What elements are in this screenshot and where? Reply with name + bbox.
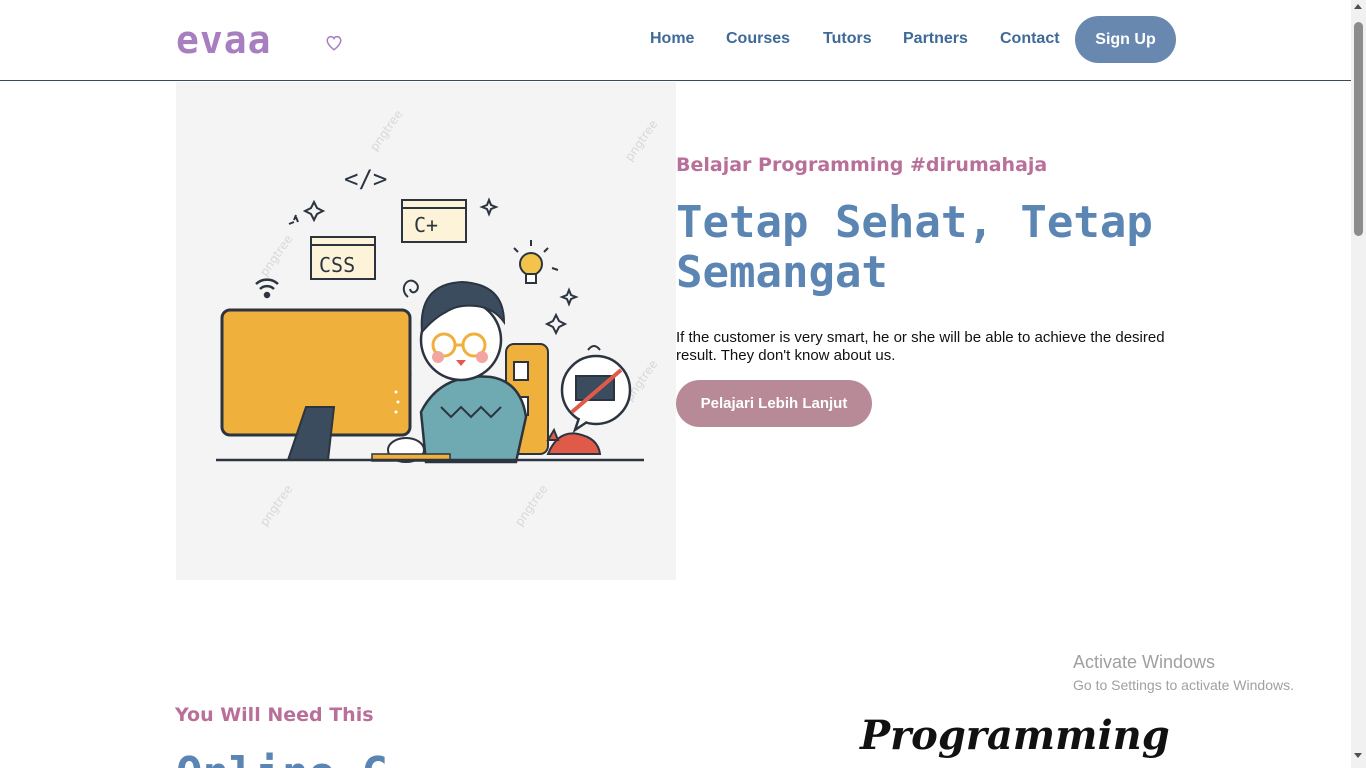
signup-button[interactable]: Sign Up — [1075, 16, 1176, 63]
nav-courses[interactable]: Courses — [726, 30, 790, 48]
activate-windows-title: Activate Windows — [1073, 652, 1216, 672]
heart-icon[interactable] — [325, 34, 343, 52]
watermark-text: pngtree — [512, 482, 550, 529]
nav-tutors[interactable]: Tutors — [823, 30, 872, 48]
hero-description: If the customer is very smart, he or she… — [676, 329, 1165, 364]
watermark-text: pngtree — [622, 117, 660, 164]
section-eyebrow: You Will Need This — [175, 704, 374, 726]
site-header: evaa Home Courses Tutors Partners Contac… — [0, 0, 1351, 81]
logo[interactable]: evaa — [176, 18, 272, 62]
hero-illustration: pngtree pngtree pngtree pngtree pngtree … — [176, 82, 676, 580]
watermark-text: pngtree — [367, 107, 405, 154]
learn-more-button[interactable]: Pelajari Lebih Lanjut — [676, 380, 872, 427]
activate-windows-hint: Go to Settings to activate Windows. — [1073, 677, 1294, 693]
wifi-icon — [255, 278, 279, 299]
hero-title: Tetap Sehat, Tetap Semangat — [676, 197, 1153, 298]
nav-partners[interactable]: Partners — [903, 30, 968, 48]
watermark-text: pngtree — [257, 232, 295, 279]
cpp-label: C+ — [414, 213, 438, 237]
code-tag-text: </> — [344, 165, 387, 193]
programming-script-heading: Programming — [860, 712, 1170, 759]
nav-home[interactable]: Home — [650, 30, 694, 48]
nav-contact[interactable]: Contact — [1000, 30, 1060, 48]
css-label: CSS — [319, 253, 355, 277]
scrollbar-thumb[interactable] — [1354, 22, 1363, 236]
lightbulb-icon — [513, 240, 559, 284]
hero-eyebrow: Belajar Programming #dirumahaja — [676, 154, 1048, 176]
scroll-up-icon[interactable] — [1354, 4, 1362, 9]
watermark-text: pngtree — [257, 482, 295, 529]
programmer-illustration: pngtree pngtree pngtree pngtree pngtree … — [216, 107, 660, 529]
scroll-down-icon[interactable] — [1354, 753, 1362, 758]
page: evaa Home Courses Tutors Partners Contac… — [0, 0, 1366, 768]
section-title: Online C — [176, 748, 388, 768]
